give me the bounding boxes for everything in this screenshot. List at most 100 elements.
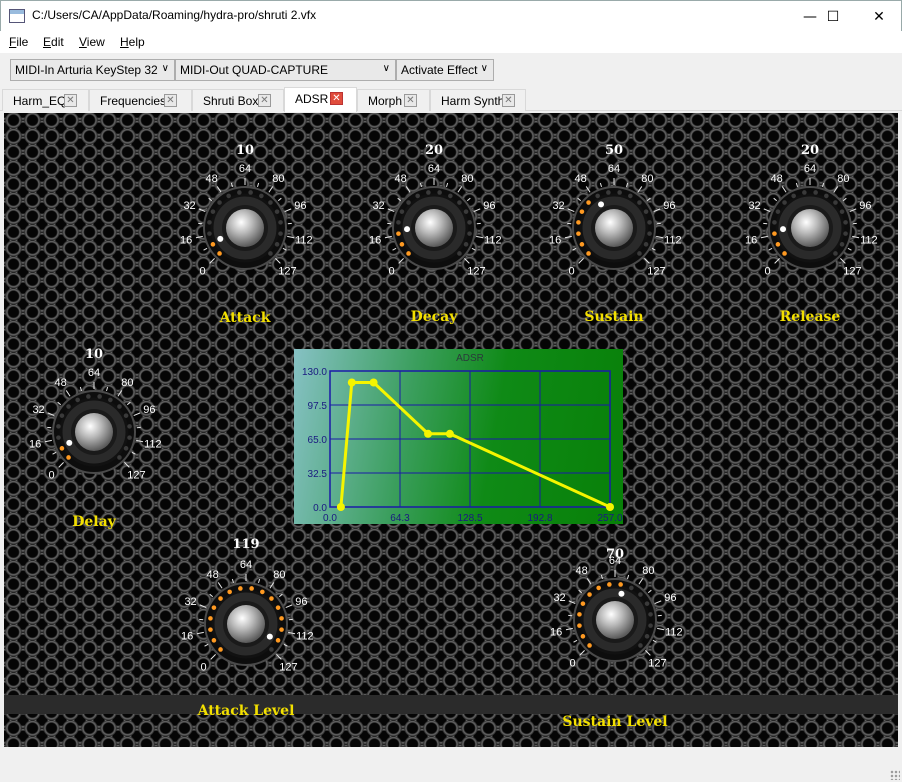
effect-select[interactable]: Activate Effect ∨ — [396, 59, 494, 81]
knob-tick — [58, 462, 64, 468]
decay-knob[interactable]: 0 16 32 48 64 80 96 112 127 — [364, 158, 504, 298]
knob-led — [396, 220, 401, 225]
knob-cap — [415, 209, 453, 247]
menu-file[interactable]: File — [9, 35, 28, 49]
knob-led — [463, 242, 469, 247]
knob-led — [275, 638, 281, 643]
close-icon[interactable]: ✕ — [330, 92, 343, 105]
knob-led — [415, 193, 420, 199]
knob-scale-label: 127 — [647, 265, 665, 277]
knob-led — [772, 231, 777, 236]
knob-led — [237, 190, 242, 195]
knob-led — [437, 190, 442, 195]
knob-tick — [774, 258, 780, 264]
maximize-button[interactable]: ☐ — [810, 1, 856, 32]
knob-led — [268, 200, 273, 205]
knob-led — [606, 190, 611, 195]
knob-tick — [657, 627, 665, 631]
knob-scale-label: 127 — [279, 661, 297, 673]
knob-tick — [268, 186, 274, 193]
knob-scale-label: 16 — [369, 235, 381, 247]
sustain-level-knob[interactable]: 0 16 32 48 64 80 96 112 127 — [545, 550, 685, 690]
knob-led — [108, 397, 113, 403]
knob-led — [426, 190, 431, 195]
knob-tick — [568, 600, 576, 605]
knob-tick — [196, 631, 204, 635]
close-button[interactable]: ✕ — [856, 1, 902, 32]
knob-scale-label: 112 — [296, 631, 314, 643]
knob-scale-label: 48 — [207, 569, 219, 581]
knob-tick — [131, 451, 136, 455]
knob-tick — [446, 182, 449, 187]
close-icon[interactable]: ✕ — [404, 94, 417, 107]
close-icon[interactable]: ✕ — [502, 94, 515, 107]
midi-out-select[interactable]: MIDI-Out QUAD-CAPTURE ∨ — [175, 59, 396, 81]
adsr-envelope-point — [606, 503, 614, 511]
tab-harm-synth[interactable]: Harm Synth ✕ — [430, 89, 526, 111]
chevron-down-icon: ∨ — [382, 63, 390, 74]
knob-tick — [79, 386, 82, 391]
tab-harm-eq[interactable]: Harm_EQ ✕ — [2, 89, 89, 111]
sustain-level-value: 70 — [605, 547, 625, 562]
knob-tick — [387, 208, 395, 213]
knob-led — [396, 231, 401, 236]
knob-led — [248, 190, 253, 195]
knob-pointer — [780, 226, 787, 233]
knob-scale-label: 112 — [144, 439, 162, 451]
knob-tick — [464, 258, 470, 264]
knob-tick — [278, 593, 283, 598]
knob-led — [643, 242, 649, 247]
sustain-knob[interactable]: 0 16 32 48 64 80 96 112 127 — [544, 158, 684, 298]
release-knob-dial: 0 16 32 48 64 80 96 112 127 — [745, 163, 878, 277]
knob-tick — [577, 197, 582, 202]
knob-led — [587, 643, 592, 648]
knob-tick — [287, 235, 295, 239]
attack-knob[interactable]: 0 16 32 48 64 80 96 112 127 — [175, 158, 315, 298]
close-icon[interactable]: ✕ — [258, 94, 271, 107]
knob-tick — [258, 578, 261, 583]
knob-scale-label: 80 — [641, 173, 653, 185]
release-knob[interactable]: 0 16 32 48 64 80 96 112 127 — [740, 158, 880, 298]
resize-grip[interactable] — [890, 770, 900, 780]
knob-tick — [646, 197, 651, 202]
knob-led — [123, 413, 129, 418]
adsr-envelope-point — [369, 378, 378, 387]
knob-tick — [257, 182, 260, 187]
knob-led — [647, 220, 652, 225]
sustain-value: 50 — [604, 143, 624, 158]
panel-divider — [4, 695, 898, 714]
delay-knob[interactable]: 0 16 32 48 64 80 96 112 127 — [24, 362, 164, 502]
knob-tick — [473, 208, 481, 213]
tab-adsr[interactable]: ADSR ✕ — [284, 87, 357, 112]
knob-led — [268, 251, 273, 256]
knob-led — [782, 200, 787, 205]
knob-scale-label: 0 — [765, 265, 771, 277]
adsr-envelope-point — [445, 429, 454, 438]
tab-shruti-box[interactable]: Shruti Box ✕ — [192, 89, 284, 111]
knob-scale-label: 96 — [143, 404, 155, 416]
knob-led — [448, 193, 453, 199]
y-tick-label: 32.5 — [308, 469, 328, 480]
menu-edit[interactable]: Edit — [43, 35, 64, 49]
close-icon[interactable]: ✕ — [64, 94, 77, 107]
close-icon[interactable]: ✕ — [164, 94, 177, 107]
decay-label: Decay — [410, 309, 458, 325]
knob-tick — [126, 401, 131, 406]
title-bar: C:/Users/CA/AppData/Roaming/hydra-pro/sh… — [0, 0, 902, 31]
knob-led — [637, 251, 642, 256]
knob-led — [66, 404, 71, 409]
tab-morph[interactable]: Morph ✕ — [357, 89, 430, 111]
chart-title: ADSR — [456, 353, 484, 364]
attack-level-knob[interactable]: 0 16 32 48 64 80 96 112 127 — [176, 554, 316, 694]
knob-led — [127, 435, 132, 440]
menu-view[interactable]: View — [79, 35, 105, 49]
menu-help[interactable]: Help — [120, 35, 145, 49]
knob-tick — [781, 186, 787, 193]
knob-scale-label: 96 — [295, 596, 307, 608]
tab-frequencies[interactable]: Frequencies ✕ — [89, 89, 192, 111]
midi-in-select[interactable]: MIDI-In Arturia KeyStep 32 ∨ — [10, 59, 175, 81]
knob-scale-label: 80 — [461, 173, 473, 185]
adsr-chart-svg: ADSR 0.0 64.3 128.5 192.8 257.0 0.0 32.5 65.0 97.… — [302, 353, 623, 524]
knob-led — [648, 612, 653, 617]
menu-bar: File Edit View Help — [0, 31, 902, 53]
